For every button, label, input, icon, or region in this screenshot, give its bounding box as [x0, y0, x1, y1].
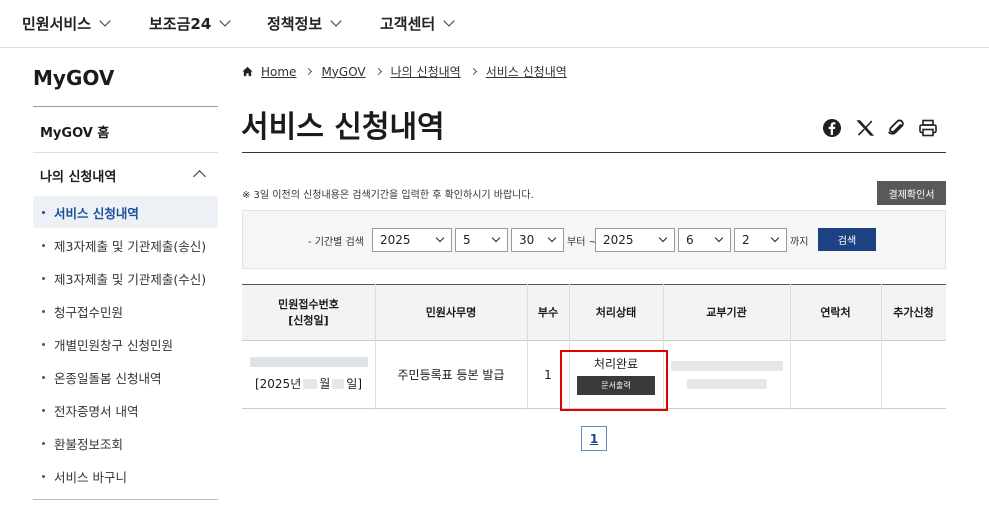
- header-service-name: 민원사무명: [425, 305, 477, 319]
- facebook-icon[interactable]: [822, 118, 842, 138]
- chevron-up-icon[interactable]: [193, 170, 206, 183]
- header-status: 처리상태: [595, 305, 637, 319]
- bullet-icon: [42, 408, 45, 412]
- divider: [33, 499, 218, 500]
- chevron-right-icon: [469, 67, 477, 76]
- header-receipt-number: 민원접수번호 [신청일]: [278, 297, 339, 327]
- header-additional: 추가신청: [893, 305, 934, 319]
- redacted-day: [332, 378, 345, 389]
- cell-service-name: 주민등록표 등본 발급: [397, 368, 505, 382]
- sidebar-item-all-day-care[interactable]: 온종일돌봄 신청내역: [33, 361, 218, 393]
- page-title: 서비스 신청내역: [241, 110, 445, 145]
- bullet-icon: [42, 309, 45, 313]
- sidebar-item-service-basket[interactable]: 서비스 바구니: [33, 460, 218, 492]
- to-day-select[interactable]: 2: [734, 228, 787, 252]
- chevron-down-icon: [714, 233, 724, 243]
- bullet-icon: [42, 210, 45, 214]
- to-month-select[interactable]: 6: [678, 228, 731, 252]
- print-icon[interactable]: [918, 118, 938, 138]
- chevron-down-icon: [770, 233, 780, 243]
- breadcrumb-home[interactable]: Home: [261, 65, 296, 79]
- redacted-receipt-number[interactable]: [249, 357, 368, 367]
- cell-issuing-agency: [663, 341, 790, 408]
- nav-subsidy24[interactable]: 보조금24: [149, 13, 231, 34]
- sidebar-item-third-party-sent[interactable]: 제3자제출 및 기관제출(송신): [33, 229, 218, 261]
- breadcrumb-service-applications[interactable]: 서비스 신청내역: [486, 63, 567, 80]
- cell-receipt-number: [2025년 월 일]: [242, 341, 375, 408]
- chevron-right-icon: [374, 67, 382, 76]
- nav-policy-info[interactable]: 정책정보: [267, 13, 342, 34]
- top-navigation: 민원서비스 보조금24 정책정보 고객센터: [0, 0, 989, 48]
- divider: [33, 106, 218, 107]
- chevron-down-icon: [547, 233, 557, 243]
- bullet-icon: [42, 276, 45, 280]
- search-button[interactable]: 검색: [818, 228, 876, 251]
- redacted-agency: [670, 360, 783, 371]
- sidebar-title: MyGOV: [33, 66, 115, 90]
- from-suffix-label: 부터 ~: [567, 237, 597, 248]
- paperclip-icon[interactable]: [886, 118, 906, 138]
- chevron-down-icon: [99, 15, 111, 27]
- chevron-down-icon: [219, 15, 231, 27]
- divider: [33, 152, 218, 153]
- chevron-down-icon: [435, 233, 445, 243]
- chevron-down-icon: [491, 233, 501, 243]
- title-divider: [242, 152, 946, 153]
- to-year-select[interactable]: 2025: [595, 228, 675, 252]
- period-search-label: - 기간별 검색: [308, 237, 364, 248]
- chevron-down-icon: [658, 233, 668, 243]
- chevron-down-icon: [443, 15, 455, 27]
- page-1-link[interactable]: 1: [581, 426, 607, 451]
- payment-confirmation-button[interactable]: 결제확인서: [877, 181, 946, 205]
- header-copies: 부수: [537, 305, 559, 319]
- from-day-select[interactable]: 30: [511, 228, 564, 252]
- sidebar-item-e-certificate[interactable]: 전자증명서 내역: [33, 394, 218, 426]
- bullet-icon: [42, 342, 45, 346]
- sidebar-group-my-applications[interactable]: 나의 신청내역: [40, 166, 116, 185]
- bullet-icon: [42, 441, 45, 445]
- redacted-month: [303, 378, 318, 389]
- status-highlight-box: [560, 350, 668, 411]
- redacted-agency: [686, 378, 767, 389]
- application-date: [2025년 월 일]: [254, 377, 363, 391]
- bullet-icon: [42, 375, 45, 379]
- bullet-icon: [42, 474, 45, 478]
- sidebar-item-third-party-received[interactable]: 제3자제출 및 기관제출(수신): [33, 262, 218, 294]
- sidebar-item-individual-civil[interactable]: 개별민원창구 신청민원: [33, 328, 218, 360]
- chevron-right-icon: [305, 67, 313, 76]
- sidebar-item-mygov-home[interactable]: MyGOV 홈: [40, 122, 109, 141]
- sidebar-item-service-applications[interactable]: 서비스 신청내역: [33, 196, 218, 228]
- home-icon: [242, 66, 253, 77]
- nav-civil-services[interactable]: 민원서비스: [22, 13, 111, 34]
- header-contact: 연락처: [820, 305, 851, 319]
- from-year-select[interactable]: 2025: [372, 228, 452, 252]
- to-suffix-label: 까지: [790, 237, 809, 248]
- chevron-down-icon: [330, 15, 342, 27]
- bullet-icon: [42, 243, 45, 247]
- nav-customer-center[interactable]: 고객센터: [380, 13, 455, 34]
- header-issuing-agency: 교부기관: [706, 305, 747, 319]
- x-icon[interactable]: [855, 118, 875, 138]
- sidebar-item-refund-info[interactable]: 환불정보조회: [33, 427, 218, 459]
- sidebar-item-claim-civil[interactable]: 청구접수민원: [33, 295, 218, 327]
- breadcrumb-my-applications[interactable]: 나의 신청내역: [391, 63, 461, 80]
- breadcrumb-mygov[interactable]: MyGOV: [321, 65, 365, 79]
- breadcrumb: Home MyGOV 나의 신청내역 서비스 신청내역: [242, 63, 567, 80]
- search-notice: ※ 3일 이전의 신청내용은 검색기간을 입력한 후 확인하시기 바랍니다.: [242, 190, 534, 201]
- from-month-select[interactable]: 5: [455, 228, 508, 252]
